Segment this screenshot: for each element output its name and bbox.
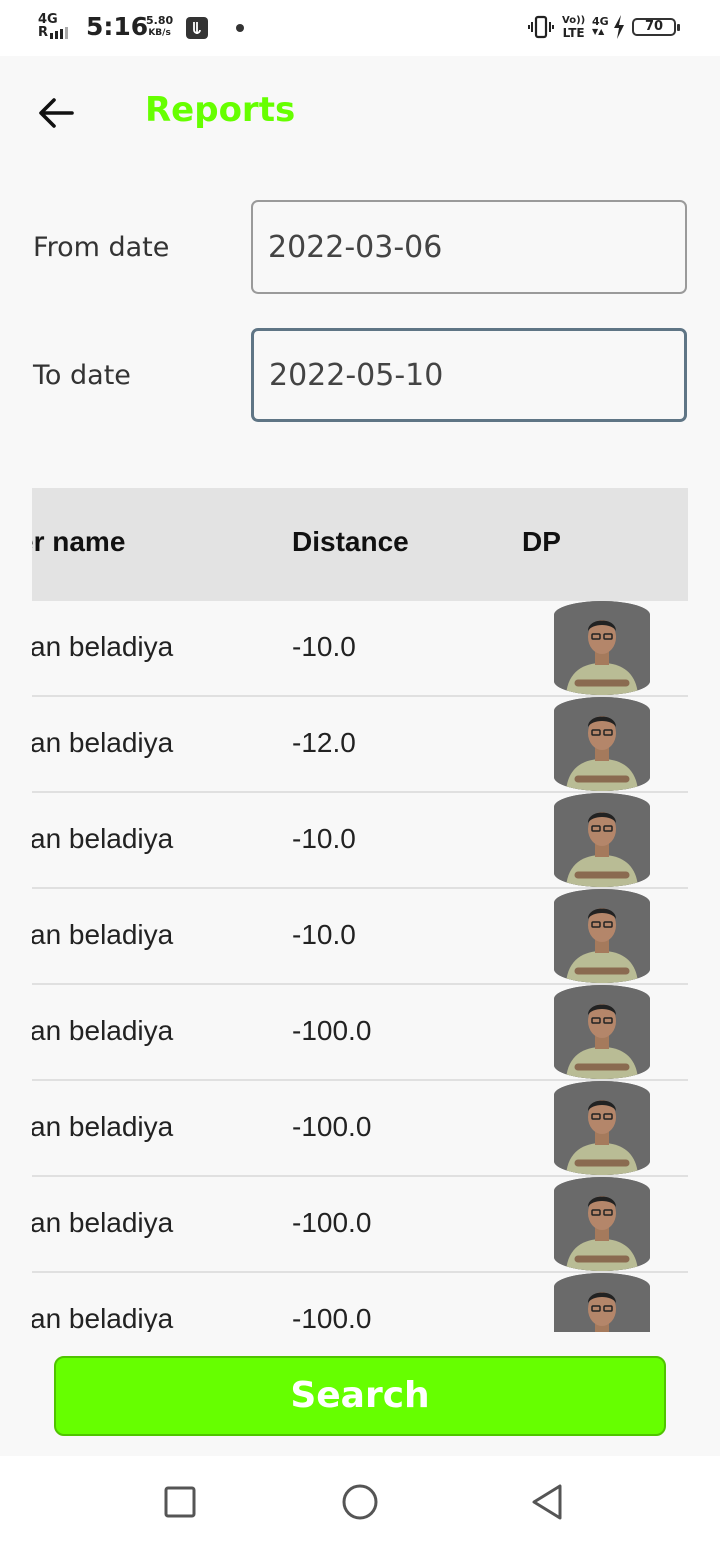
nav-back-button[interactable] xyxy=(526,1480,570,1524)
table-row[interactable]: an beladiya -100.0 xyxy=(32,1081,688,1177)
charging-icon xyxy=(612,14,626,44)
avatar xyxy=(554,1177,650,1271)
table-row[interactable]: an beladiya -100.0 xyxy=(32,1273,688,1332)
avatar xyxy=(554,889,650,983)
distance-cell: -100.0 xyxy=(292,1303,372,1332)
distance-cell: -100.0 xyxy=(292,1111,372,1142)
to-date-input[interactable] xyxy=(251,328,687,422)
distance-cell: -100.0 xyxy=(292,1015,372,1046)
usb-icon xyxy=(186,17,208,39)
header-user-name: er name xyxy=(32,526,126,557)
roaming-indicator: R xyxy=(38,25,49,40)
battery-icon: 70 xyxy=(632,18,680,36)
status-bar: 4G R 5:16 5.80 KB/s Vo)) LTE 4G ▼▲ 70 xyxy=(0,0,720,56)
speed-value: 5.80 xyxy=(146,14,174,27)
data-type-icon: 4G ▼▲ xyxy=(592,15,609,36)
home-button[interactable] xyxy=(338,1480,382,1524)
distance-cell: -12.0 xyxy=(292,727,356,758)
table-row[interactable]: an beladiya -10.0 xyxy=(32,889,688,985)
table-row[interactable]: an beladiya -100.0 xyxy=(32,985,688,1081)
user-name-cell: an beladiya xyxy=(32,1207,174,1238)
from-date-label: From date xyxy=(33,232,170,263)
user-name-cell: an beladiya xyxy=(32,727,174,758)
table-row[interactable]: an beladiya -10.0 xyxy=(32,601,688,697)
notification-dot-icon xyxy=(236,24,244,32)
distance-cell: -100.0 xyxy=(292,1207,372,1238)
page-title: Reports xyxy=(145,90,296,130)
user-name-cell: an beladiya xyxy=(32,919,174,950)
to-date-label: To date xyxy=(33,360,131,391)
table-row[interactable]: an beladiya -10.0 xyxy=(32,793,688,889)
vibrate-icon xyxy=(528,15,554,43)
network-speed: 5.80 KB/s xyxy=(146,15,173,39)
clock: 5:16 xyxy=(86,12,149,41)
report-table[interactable]: er name Distance DP an beladiya-10.0an b… xyxy=(32,488,688,1332)
avatar xyxy=(554,601,650,695)
avatar xyxy=(554,1273,650,1332)
user-name-cell: an beladiya xyxy=(32,631,174,662)
arrow-left-icon xyxy=(39,98,74,128)
app-bar: Reports xyxy=(0,56,720,166)
avatar xyxy=(554,697,650,791)
square-icon xyxy=(164,1486,196,1518)
avatar xyxy=(554,1081,650,1175)
distance-cell: -10.0 xyxy=(292,919,356,950)
avatar xyxy=(554,985,650,1079)
system-nav-bar xyxy=(0,1456,720,1544)
volte-bottom: LTE xyxy=(562,26,585,40)
volte-icon: Vo)) LTE xyxy=(562,15,585,39)
header-dp: DP xyxy=(522,526,561,557)
user-name-cell: an beladiya xyxy=(32,823,174,854)
triangle-left-icon xyxy=(532,1484,562,1520)
distance-cell: -10.0 xyxy=(292,631,356,662)
from-date-input[interactable] xyxy=(251,200,687,294)
user-name-cell: an beladiya xyxy=(32,1015,174,1046)
data-type-label: 4G xyxy=(592,15,609,28)
user-name-cell: an beladiya xyxy=(32,1303,174,1332)
battery-level: 70 xyxy=(644,19,664,34)
table-header: er name Distance DP xyxy=(32,488,688,601)
avatar xyxy=(554,793,650,887)
search-button[interactable]: Search xyxy=(54,1356,666,1436)
back-button[interactable] xyxy=(34,94,78,132)
distance-cell: -10.0 xyxy=(292,823,356,854)
circle-icon xyxy=(342,1484,378,1520)
recents-button[interactable] xyxy=(158,1480,202,1524)
signal-icon: 4G R xyxy=(38,13,69,40)
header-distance: Distance xyxy=(292,526,409,557)
table-row[interactable]: an beladiya -100.0 xyxy=(32,1177,688,1273)
user-name-cell: an beladiya xyxy=(32,1111,174,1142)
speed-unit: KB/s xyxy=(148,28,171,38)
table-row[interactable]: an beladiya -12.0 xyxy=(32,697,688,793)
